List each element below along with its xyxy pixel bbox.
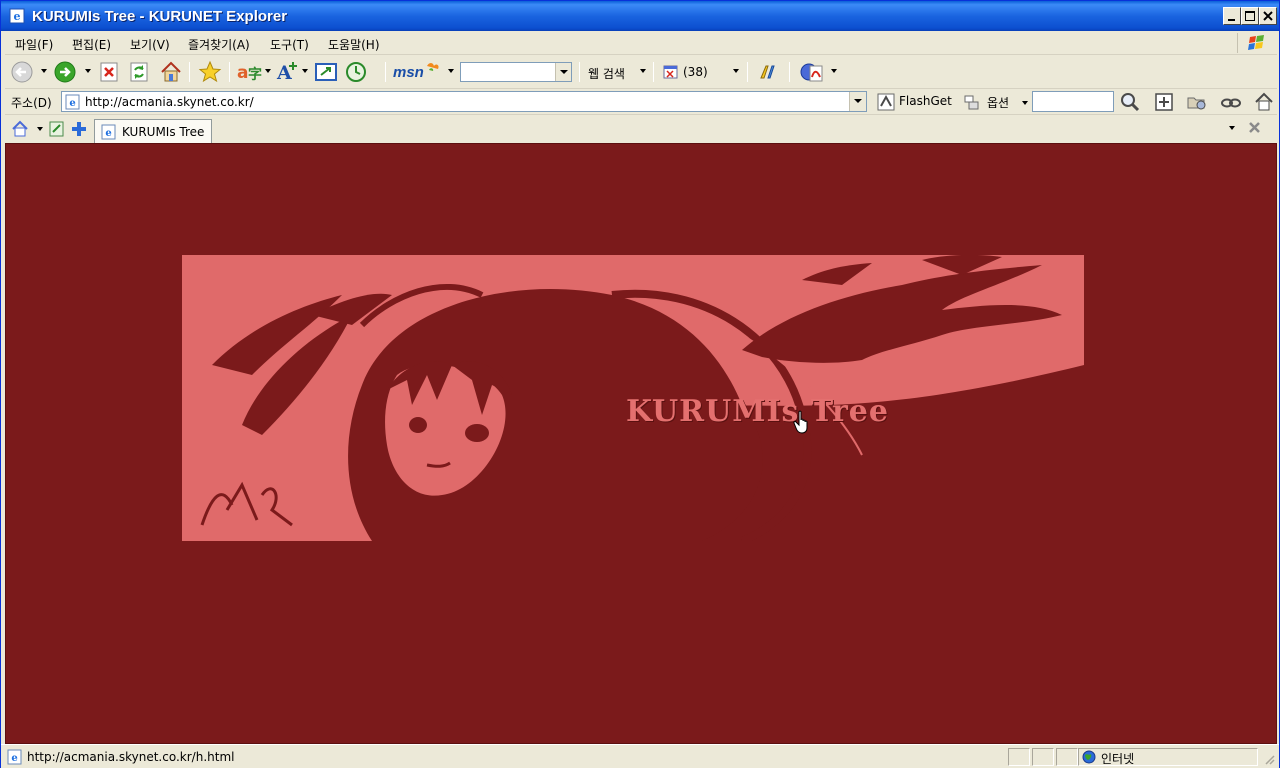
stop-icon[interactable] [99,60,121,84]
refresh-icon[interactable] [129,60,151,84]
close-icon [1263,11,1273,21]
msn-dropdown-icon[interactable] [448,69,454,73]
page-icon: e [65,94,80,110]
address-dropdown-button[interactable] [849,92,866,111]
minimize-button[interactable] [1223,7,1241,25]
back-dropdown-icon[interactable] [41,69,47,73]
tab-home-dropdown-icon[interactable] [37,127,43,131]
banner-title[interactable]: KURUMIs Tree [626,394,889,429]
search-icon[interactable] [1120,92,1140,112]
svg-text:e: e [14,10,21,23]
web-search-button[interactable]: 웹 검색 [588,65,625,82]
msn-logo-icon[interactable]: msn [393,60,441,84]
svg-text:e: e [105,128,111,139]
menu-favorites[interactable]: 즐겨찾기(A) [188,36,250,53]
forward-dropdown-icon[interactable] [85,69,91,73]
close-button[interactable] [1259,7,1277,25]
popup-blocked-count[interactable]: (38) [683,65,708,79]
status-pane-1 [1008,748,1030,766]
translate-icon[interactable]: a 字 [235,60,263,84]
tab-kurumis-tree[interactable]: e KURUMIs Tree [94,119,212,143]
standard-toolbar: a 字 A msn 웹 검색 (38) [5,56,1277,89]
options-dropdown-icon[interactable] [1022,101,1028,105]
minimize-icon [1228,19,1235,21]
popup-dropdown-icon[interactable] [733,69,739,73]
add-tab-icon[interactable] [70,120,88,138]
menu-edit[interactable]: 편집(E) [72,36,111,53]
svg-text:e: e [11,753,17,764]
tab-label: KURUMIs Tree [122,125,205,139]
link-icon[interactable] [1220,92,1242,112]
svg-text:a: a [237,63,248,83]
new-tab-page-icon[interactable] [48,120,66,138]
zoom-icon[interactable] [1154,92,1174,112]
web-content: KURUMIs Tree [5,143,1277,744]
resize-grip-icon[interactable] [1263,753,1275,765]
highlight-icon[interactable] [757,60,777,84]
status-pane-2 [1032,748,1054,766]
windows-logo-icon [1237,33,1275,53]
home-small-icon[interactable] [1254,92,1274,112]
browser-window: e KURUMIs Tree - KURUNET Explorer 파일(F) … [0,0,1280,768]
maximize-button[interactable] [1241,7,1259,25]
menu-help[interactable]: 도움말(H) [328,36,380,53]
tab-list-dropdown-icon[interactable] [1229,126,1235,130]
menu-view[interactable]: 보기(V) [130,36,170,53]
options-icon[interactable] [963,93,981,111]
tab-bar: e KURUMIs Tree [5,116,1277,143]
svg-text:e: e [69,98,75,109]
explorer-app-icon: e [9,8,25,24]
title-bar[interactable]: e KURUMIs Tree - KURUNET Explorer [1,1,1279,31]
toolbar-search-input[interactable] [1032,91,1114,112]
status-pane-3 [1056,748,1078,766]
translate-dropdown-icon[interactable] [265,69,271,73]
status-bar: e http://acmania.skynet.co.kr/h.html 인터넷 [1,744,1279,768]
forward-arrow-icon[interactable] [52,60,78,84]
maximize-icon [1245,11,1255,21]
folder-icon[interactable] [1186,92,1208,112]
address-url[interactable]: http://acmania.skynet.co.kr/ [85,95,254,109]
pdf-icon[interactable] [799,60,829,84]
svg-text:msn: msn [393,64,424,81]
close-tab-icon[interactable] [1248,121,1262,135]
address-label: 주소(D) [11,96,52,110]
flashget-icon[interactable] [877,93,895,111]
internet-globe-icon [1082,750,1096,764]
star-icon[interactable] [197,60,223,84]
msn-combo-button[interactable] [555,63,571,81]
font-size-dropdown-icon[interactable] [302,69,308,73]
font-size-icon[interactable]: A [275,60,301,84]
address-bar: 주소(D) e http://acmania.skynet.co.kr/ Fla… [5,89,1277,115]
new-window-icon[interactable] [314,60,338,84]
options-label[interactable]: 옵션 [987,94,1009,111]
web-search-dropdown-icon[interactable] [640,69,646,73]
tab-page-icon: e [101,124,116,140]
flashget-label[interactable]: FlashGet [899,94,952,108]
home-icon[interactable] [159,60,183,84]
svg-text:字: 字 [248,66,262,83]
tab-home-icon[interactable] [11,120,29,138]
history-icon[interactable] [344,60,368,84]
status-page-icon: e [7,749,22,765]
menu-bar: 파일(F) 편집(E) 보기(V) 즐겨찾기(A) 도구(T) 도움말(H) [5,31,1277,55]
menu-file[interactable]: 파일(F) [15,36,53,53]
security-zone-label: 인터넷 [1101,752,1135,766]
pdf-dropdown-icon[interactable] [831,69,837,73]
hand-cursor-icon [793,410,808,434]
msn-search-combo[interactable] [460,62,572,82]
address-input[interactable]: e http://acmania.skynet.co.kr/ [61,91,867,112]
popup-blocker-icon[interactable] [661,60,681,84]
menu-tools[interactable]: 도구(T) [270,36,309,53]
back-arrow-icon[interactable] [9,60,35,84]
window-title: KURUMIs Tree - KURUNET Explorer [32,8,288,25]
status-text: http://acmania.skynet.co.kr/h.html [27,750,235,764]
